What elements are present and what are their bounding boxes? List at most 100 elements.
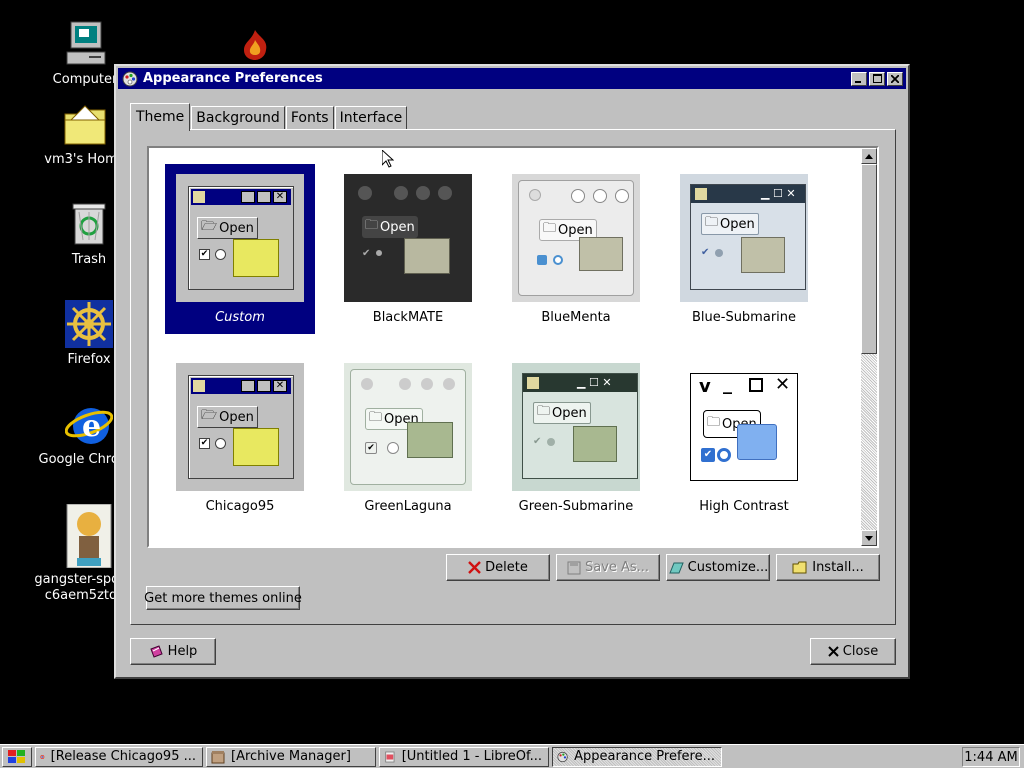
desktop-fire-icon[interactable] <box>238 28 272 62</box>
tab-strip: Theme Background Fonts Interface <box>130 102 408 131</box>
preview-open-label: Open <box>219 220 254 236</box>
theme-name: Blue-Submarine <box>691 310 797 325</box>
theme-name: High Contrast <box>699 499 789 514</box>
folder-open-icon: 🗀 <box>537 404 551 419</box>
task-archive-manager[interactable]: [Archive Manager] <box>206 746 376 767</box>
theme-item-high-contrast[interactable]: v _ ✕ 🗀Open ✔ High Contrast <box>669 353 819 523</box>
maximize-icon <box>872 74 882 83</box>
customize-label: Customize... <box>687 560 769 575</box>
theme-preview: ✕ 🗁 Open ✔ <box>176 363 304 491</box>
preview-open-label: Open <box>558 222 593 238</box>
folder-open-icon: 🗀 <box>707 415 721 430</box>
theme-item-custom[interactable]: ✕ 🗁 Open ✔ Custom <box>165 164 315 334</box>
theme-name: BlueMenta <box>541 310 611 325</box>
arrow-down-icon <box>865 535 873 541</box>
start-button[interactable] <box>2 746 32 767</box>
theme-name: Custom <box>215 310 265 325</box>
maximize-button[interactable] <box>869 71 885 86</box>
trash-icon <box>65 200 113 248</box>
task-label: [Release Chicago95 ... <box>50 749 196 764</box>
chrome-icon <box>40 754 45 759</box>
task-appearance-preferences[interactable]: Appearance Prefere... <box>552 746 722 767</box>
folder-open-icon: 🗁 <box>201 219 218 234</box>
taskbar: [Release Chicago95 ... [Archive Manager]… <box>0 744 1024 768</box>
home-folder-icon <box>61 100 109 148</box>
save-icon <box>567 561 581 574</box>
theme-preview: v _ ✕ 🗀Open ✔ <box>680 363 808 491</box>
theme-preview: 🗀 Open ✔ <box>344 363 472 491</box>
theme-item-blue-submarine[interactable]: ▁ ☐ ✕ 🗀 Open ✔ Blue-Submarine <box>669 164 819 334</box>
appearance-icon <box>122 71 138 87</box>
task-label: Appearance Prefere... <box>574 749 715 764</box>
task-chrome[interactable]: [Release Chicago95 ... <box>35 746 203 767</box>
customize-brush-icon <box>668 562 684 573</box>
tab-theme[interactable]: Theme <box>130 103 191 131</box>
install-button[interactable]: Install... <box>776 554 880 581</box>
folder-open-icon: 🗀 <box>365 218 379 233</box>
save-as-button[interactable]: Save As... <box>556 554 660 581</box>
windows-logo-icon <box>8 749 25 763</box>
delete-label: Delete <box>485 560 528 575</box>
theme-list: ✕ 🗁 Open ✔ Custom 🗀 Open ✔ BlackMATE 🗀 O… <box>147 146 879 548</box>
scroll-thumb[interactable] <box>861 164 877 354</box>
window-title: Appearance Preferences <box>143 71 323 86</box>
arrow-up-icon <box>865 153 873 159</box>
theme-preview: 🗀 Open ✔ <box>344 174 472 302</box>
archive-icon <box>211 750 225 763</box>
theme-item-blackmate[interactable]: 🗀 Open ✔ BlackMATE <box>333 164 483 334</box>
theme-preview: ▁ ☐ ✕ 🗀 Open ✔ <box>680 174 808 302</box>
folder-open-icon: 🗀 <box>543 221 557 236</box>
chrome-icon: e <box>64 400 114 448</box>
theme-preview: ✕ 🗁 Open ✔ <box>176 174 304 302</box>
theme-item-green-submarine[interactable]: ▁ ☐ ✕ 🗀 Open ✔ Green-Submarine <box>501 353 651 523</box>
theme-item-greenlaguna[interactable]: 🗀 Open ✔ GreenLaguna <box>333 353 483 523</box>
get-more-themes-button[interactable]: Get more themes online <box>144 586 302 610</box>
appearance-preferences-window: Appearance Preferences Theme Background … <box>114 64 910 679</box>
appearance-icon <box>557 751 568 762</box>
theme-item-bluementa[interactable]: 🗀 Open BlueMenta <box>501 164 651 334</box>
task-label: [Archive Manager] <box>231 749 351 764</box>
help-label: Help <box>167 644 198 659</box>
delete-button[interactable]: Delete <box>446 554 550 581</box>
delete-x-icon <box>468 561 481 574</box>
theme-item-chicago95[interactable]: ✕ 🗁 Open ✔ Chicago95 <box>165 353 315 523</box>
theme-list-scrollbar[interactable] <box>861 148 877 546</box>
scroll-down-button[interactable] <box>861 530 877 546</box>
minimize-icon <box>855 80 861 83</box>
folder-open-icon: 🗀 <box>705 215 719 230</box>
task-libreoffice[interactable]: [Untitled 1 - LibreOf... <box>379 746 549 767</box>
install-label: Install... <box>812 560 864 575</box>
folder-open-icon: 🗀 <box>369 410 383 425</box>
theme-preview: 🗀 Open <box>512 174 640 302</box>
image-file-icon <box>65 503 113 569</box>
get-more-label: Get more themes online <box>144 590 302 606</box>
task-label: [Untitled 1 - LibreOf... <box>401 749 542 764</box>
preview-open-label: Open <box>552 405 587 421</box>
preview-open-label: Open <box>219 409 254 425</box>
libreoffice-icon <box>385 751 395 762</box>
close-button[interactable]: Close <box>810 638 896 665</box>
theme-name: Chicago95 <box>205 499 275 514</box>
scroll-up-button[interactable] <box>861 148 877 164</box>
theme-name: GreenLaguna <box>364 499 452 514</box>
close-icon <box>828 646 839 657</box>
customize-button[interactable]: Customize... <box>666 554 770 581</box>
close-label: Close <box>842 644 879 659</box>
taskbar-clock[interactable]: 1:44 AM <box>962 747 1020 767</box>
preview-open-label: Open <box>380 219 415 235</box>
close-window-button[interactable] <box>887 71 903 86</box>
tab-fonts[interactable]: Fonts <box>285 106 334 130</box>
window-titlebar[interactable]: Appearance Preferences <box>118 68 906 89</box>
scroll-track[interactable] <box>861 354 877 530</box>
theme-name: Green-Submarine <box>518 499 634 514</box>
tab-interface[interactable]: Interface <box>334 106 408 130</box>
svg-text:e: e <box>82 409 101 444</box>
theme-preview: ▁ ☐ ✕ 🗀 Open ✔ <box>512 363 640 491</box>
minimize-button[interactable] <box>851 71 867 86</box>
theme-name: BlackMATE <box>372 310 444 325</box>
help-book-icon <box>150 644 163 658</box>
firefox-icon <box>65 300 113 348</box>
help-button[interactable]: Help <box>130 638 216 665</box>
folder-open-icon <box>792 561 807 573</box>
tab-background[interactable]: Background <box>191 106 285 130</box>
